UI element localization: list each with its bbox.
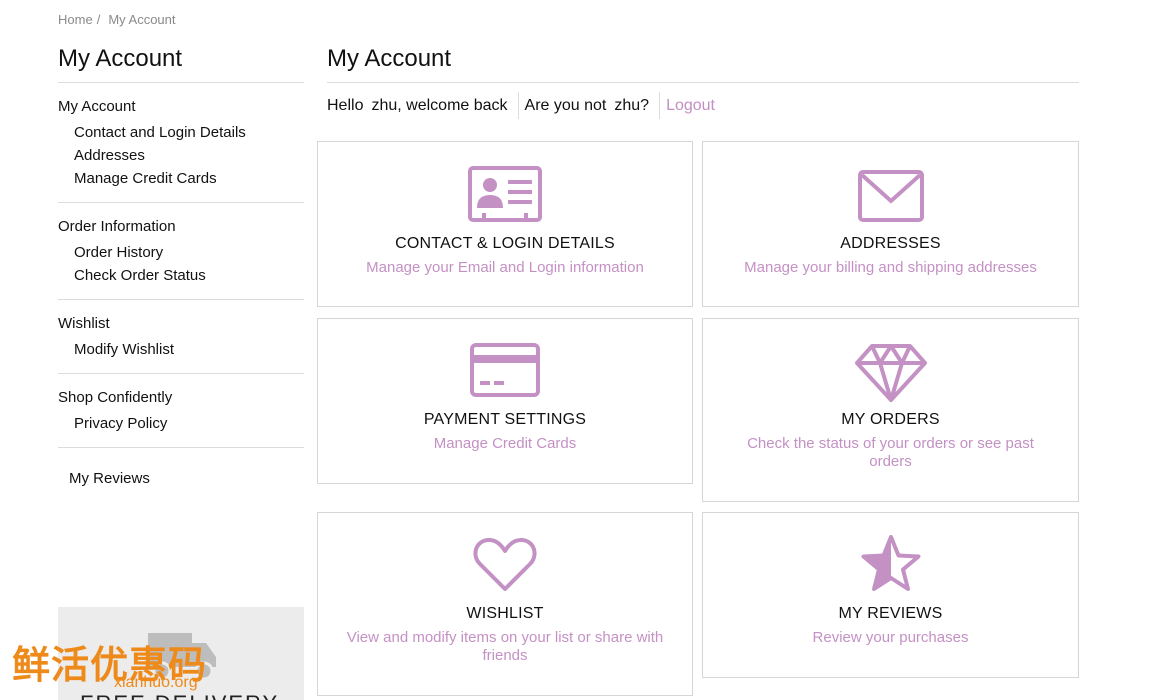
sidebar-heading-shop-confidently[interactable]: Shop Confidently xyxy=(58,387,304,408)
sidebar-heading-wishlist[interactable]: Wishlist xyxy=(58,313,304,334)
id-card-icon xyxy=(468,166,542,222)
card-title: WISHLIST xyxy=(466,605,544,622)
card-description: Manage Credit Cards xyxy=(433,435,577,452)
card-my-reviews[interactable]: MY REVIEWS Review your purchases xyxy=(702,512,1079,678)
sidebar-item-credit-cards[interactable]: Manage Credit Cards xyxy=(58,167,304,190)
card-my-orders[interactable]: MY ORDERS Check the status of your order… xyxy=(702,318,1079,502)
sidebar-group-order-information: Order Information Order History Check Or… xyxy=(58,203,304,300)
breadcrumb: Home / My Account xyxy=(58,12,176,27)
sidebar-item-order-history[interactable]: Order History xyxy=(58,241,304,264)
envelope-icon xyxy=(857,170,924,222)
card-title: ADDRESSES xyxy=(840,235,941,252)
sidebar-item-privacy-policy[interactable]: Privacy Policy xyxy=(58,412,304,435)
card-title: MY REVIEWS xyxy=(838,605,943,622)
card-wishlist[interactable]: WISHLIST View and modify items on your l… xyxy=(317,512,693,696)
greeting-hello: Hello xyxy=(327,96,364,114)
greeting-name: zhu, welcome back xyxy=(371,96,508,114)
card-title: PAYMENT SETTINGS xyxy=(423,411,587,428)
sidebar-title: My Account xyxy=(58,44,304,83)
card-title: CONTACT & LOGIN DETAILS xyxy=(395,235,615,252)
greeting-not-name: zhu? xyxy=(614,96,650,114)
breadcrumb-current: My Account xyxy=(108,12,176,27)
credit-card-icon xyxy=(470,343,540,397)
sidebar-item-check-order-status[interactable]: Check Order Status xyxy=(58,264,304,287)
greeting-bar: Hello zhu, welcome back Are you not zhu?… xyxy=(327,92,715,119)
greeting-divider xyxy=(517,92,519,119)
sidebar-group-shop-confidently: Shop Confidently Privacy Policy xyxy=(58,374,304,448)
greeting-not-you: Are you not xyxy=(524,96,607,114)
star-icon xyxy=(861,535,920,591)
sidebar-heading-order-information[interactable]: Order Information xyxy=(58,216,304,237)
breadcrumb-home-link[interactable]: Home xyxy=(58,12,93,27)
sidebar-item-addresses[interactable]: Addresses xyxy=(58,144,304,167)
card-addresses[interactable]: ADDRESSES Manage your billing and shippi… xyxy=(702,141,1079,307)
breadcrumb-separator: / xyxy=(96,12,101,27)
card-title: MY ORDERS xyxy=(841,411,940,428)
sidebar-item-modify-wishlist[interactable]: Modify Wishlist xyxy=(58,338,304,361)
page-title: My Account xyxy=(327,44,1079,83)
watermark-logo: 鲜活优惠码 xianhuo.org xyxy=(8,632,218,700)
diamond-icon xyxy=(854,344,927,402)
card-description: View and modify items on your list or sh… xyxy=(346,629,664,664)
logout-link[interactable]: Logout xyxy=(666,97,715,115)
card-contact-login[interactable]: CONTACT & LOGIN DETAILS Manage your Emai… xyxy=(317,141,693,307)
card-description: Review your purchases xyxy=(812,629,969,646)
card-description: Check the status of your orders or see p… xyxy=(747,435,1034,470)
sidebar-group-my-account: My Account Contact and Login Details Add… xyxy=(58,83,304,203)
sidebar-item-contact-login[interactable]: Contact and Login Details xyxy=(58,121,304,144)
sidebar: My Account My Account Contact and Login … xyxy=(58,44,304,505)
greeting-divider-2 xyxy=(659,92,661,119)
card-description: Manage your billing and shipping address… xyxy=(744,259,1037,276)
card-description: Manage your Email and Login information xyxy=(366,259,644,276)
main-content: My Account xyxy=(327,44,1079,83)
watermark-url-text: xianhuo.org xyxy=(114,674,198,691)
sidebar-heading-my-reviews[interactable]: My Reviews xyxy=(58,468,304,489)
sidebar-group-wishlist: Wishlist Modify Wishlist xyxy=(58,300,304,374)
sidebar-heading-my-account[interactable]: My Account xyxy=(58,96,304,117)
card-payment-settings[interactable]: PAYMENT SETTINGS Manage Credit Cards xyxy=(317,318,693,484)
heart-icon xyxy=(473,538,537,591)
sidebar-group-my-reviews: My Reviews xyxy=(58,448,304,505)
